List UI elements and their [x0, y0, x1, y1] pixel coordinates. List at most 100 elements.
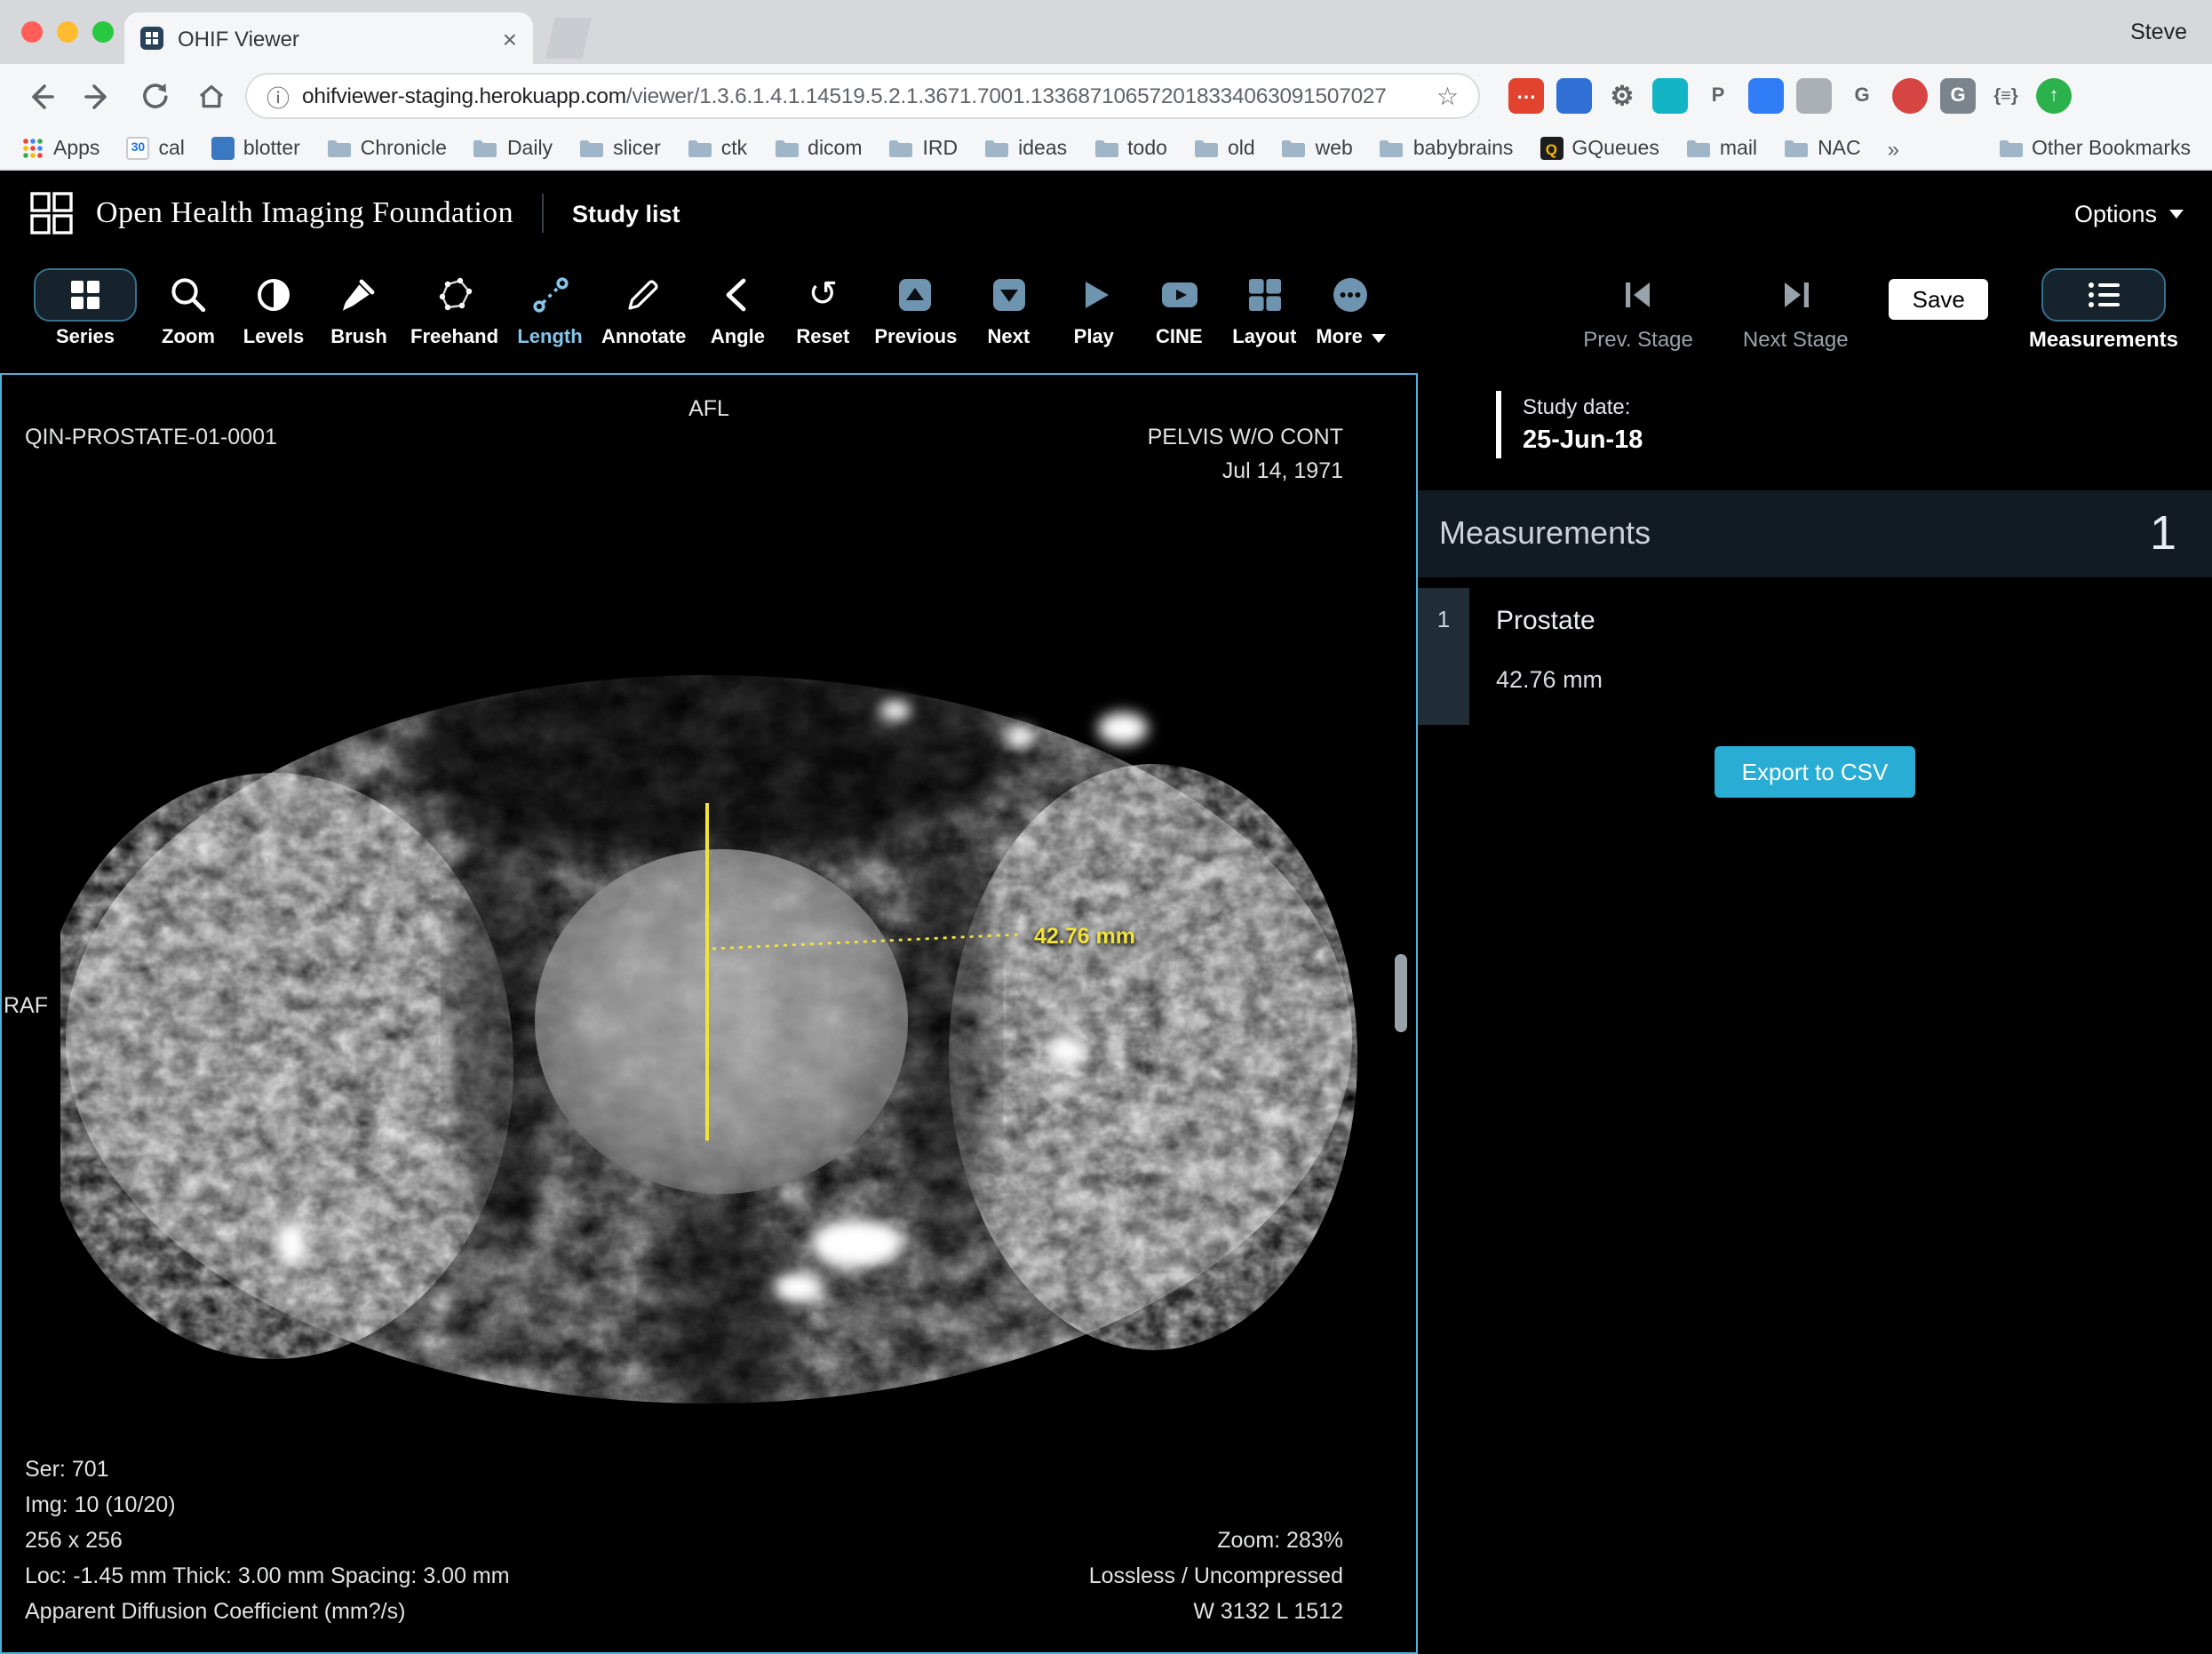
extension-icon[interactable] — [1796, 78, 1832, 114]
extension-icon[interactable] — [1892, 78, 1928, 114]
minimize-window-button[interactable] — [57, 21, 78, 43]
bookmark-item[interactable]: web — [1282, 138, 1353, 159]
bookmark-item[interactable]: Chronicle — [327, 138, 447, 159]
extension-icon[interactable]: ⋯ — [1508, 78, 1544, 114]
extension-icon[interactable]: P — [1700, 78, 1736, 114]
bookmark-item[interactable]: dicom — [774, 138, 862, 159]
tool-annotate[interactable]: Annotate — [593, 268, 695, 348]
tool-cine[interactable]: CINE — [1136, 268, 1221, 348]
image-viewport[interactable]: QIN-PROSTATE-01-0001 AFL PELVIS W/O CONT… — [0, 373, 1418, 1654]
bookmark-item[interactable]: todo — [1094, 138, 1167, 159]
home-icon[interactable] — [188, 74, 233, 118]
url-input[interactable]: ⓘ ohifviewer-staging.herokuapp.com/viewe… — [245, 73, 1480, 119]
bookmark-label: todo — [1127, 138, 1167, 159]
forward-icon[interactable] — [75, 74, 119, 118]
tool-previous[interactable]: Previous — [865, 268, 966, 348]
bookmark-label: Apps — [53, 138, 99, 159]
bookmark-label: cal — [158, 138, 184, 159]
bookmark-label: Other Bookmarks — [2032, 138, 2191, 159]
bookmarks-overflow-chevron[interactable]: » — [1888, 136, 1899, 161]
measurement-row[interactable]: 1 Prostate 42.76 mm — [1418, 588, 2212, 725]
bookmark-item[interactable]: slicer — [579, 138, 661, 159]
extension-icon[interactable]: G — [1940, 78, 1976, 114]
new-tab-button[interactable] — [545, 18, 592, 59]
bookmark-label: slicer — [613, 138, 661, 159]
study-date-label: Study date: — [1523, 394, 2212, 419]
options-menu[interactable]: Options — [2074, 200, 2184, 227]
calendar-icon: 30 — [126, 137, 149, 160]
extension-icon[interactable]: ↑ — [2036, 78, 2072, 114]
extension-icons: ⋯ ⚙ P G G {≡} ↑ — [1508, 78, 2072, 114]
page-info-icon[interactable]: ⓘ — [267, 79, 290, 113]
bookmark-item-gqueues[interactable]: Q GQueues — [1540, 137, 1659, 160]
tool-play[interactable]: Play — [1051, 268, 1136, 348]
slice-location: Loc: -1.45 mm Thick: 3.00 mm Spacing: 3.… — [25, 1558, 510, 1594]
tool-more[interactable]: More — [1307, 268, 1395, 348]
back-icon[interactable] — [18, 74, 62, 118]
extension-gear-icon[interactable]: ⚙ — [1604, 78, 1640, 114]
tool-length[interactable]: Length — [507, 268, 593, 348]
toolbar-right: Prev. Stage Next Stage Save Measurements — [1574, 268, 2187, 352]
folder-icon — [1998, 139, 2023, 158]
url-path: /viewer/1.3.6.1.4.1.14519.5.2.1.3671.700… — [626, 83, 1387, 108]
browser-profile-name[interactable]: Steve — [2130, 0, 2187, 64]
bookmark-item[interactable]: IRD — [889, 138, 959, 159]
study-list-link[interactable]: Study list — [572, 200, 680, 227]
length-icon — [529, 274, 571, 316]
other-bookmarks[interactable]: Other Bookmarks — [1998, 138, 2191, 159]
save-button[interactable]: Save — [1890, 279, 1988, 320]
extension-icon[interactable]: G — [1844, 78, 1880, 114]
bookmark-label: ctk — [721, 138, 747, 159]
image-number: Img: 10 (10/20) — [25, 1487, 510, 1523]
measurement-label[interactable]: 42.76 mm — [1034, 924, 1135, 949]
viewport-scrollbar[interactable] — [1395, 954, 1407, 1032]
bookmark-item[interactable]: Daily — [473, 138, 553, 159]
folder-icon — [774, 139, 799, 158]
bookmark-item[interactable]: mail — [1686, 138, 1757, 159]
previous-icon — [895, 274, 937, 316]
bookmark-item[interactable]: babybrains — [1380, 138, 1514, 159]
extension-icon[interactable] — [1652, 78, 1688, 114]
tool-freehand[interactable]: Freehand — [402, 268, 507, 348]
browser-tab[interactable]: OHIF Viewer × — [124, 12, 533, 64]
study-date-value: 25-Jun-18 — [1523, 426, 2212, 455]
bookmark-item-blotter[interactable]: blotter — [211, 137, 300, 160]
tool-zoom[interactable]: Zoom — [146, 268, 231, 348]
bookmark-item[interactable]: old — [1194, 138, 1255, 159]
extension-icon[interactable] — [1556, 78, 1592, 114]
folder-icon — [1094, 139, 1118, 158]
bookmark-item[interactable]: NAC — [1784, 138, 1861, 159]
extension-icon[interactable]: {≡} — [1988, 78, 2024, 114]
measurements-button[interactable]: Measurements — [2020, 268, 2187, 352]
url-host: ohifviewer-staging.herokuapp.com — [302, 83, 626, 108]
tool-levels[interactable]: Levels — [231, 268, 316, 348]
bookmark-item-cal[interactable]: 30 cal — [126, 137, 184, 160]
bookmark-label: mail — [1720, 138, 1757, 159]
bookmark-item-apps[interactable]: Apps — [21, 137, 99, 160]
extension-icon[interactable] — [1748, 78, 1784, 114]
tool-series[interactable]: Series — [25, 268, 146, 348]
export-to-csv-button[interactable]: Export to CSV — [1715, 746, 1915, 798]
bookmark-item[interactable]: ctk — [688, 138, 747, 159]
app-title: Open Health Imaging Foundation — [96, 195, 513, 231]
document-icon — [211, 137, 235, 160]
tool-angle[interactable]: Angle — [695, 268, 780, 348]
next-stage-button[interactable]: Next Stage — [1734, 268, 1858, 352]
bookmark-label: old — [1228, 138, 1255, 159]
tool-layout[interactable]: Layout — [1221, 268, 1307, 348]
tool-reset[interactable]: ↺ Reset — [780, 268, 865, 348]
tool-brush[interactable]: Brush — [316, 268, 402, 348]
zoom-window-button[interactable] — [92, 21, 114, 43]
tab-close-icon[interactable]: × — [503, 26, 517, 51]
measurement-line[interactable] — [705, 803, 709, 1141]
prev-stage-button[interactable]: Prev. Stage — [1574, 268, 1702, 352]
bookmark-item[interactable]: ideas — [984, 138, 1067, 159]
mri-image[interactable] — [60, 657, 1357, 1405]
folder-icon — [327, 139, 352, 158]
bookmark-star-icon[interactable]: ☆ — [1436, 81, 1459, 111]
close-window-button[interactable] — [21, 21, 43, 43]
reload-icon[interactable] — [131, 74, 176, 118]
window-level: W 3132 L 1512 — [1089, 1594, 1343, 1629]
measurements-header: Measurements 1 — [1418, 490, 2212, 577]
tool-next[interactable]: Next — [966, 268, 1051, 348]
